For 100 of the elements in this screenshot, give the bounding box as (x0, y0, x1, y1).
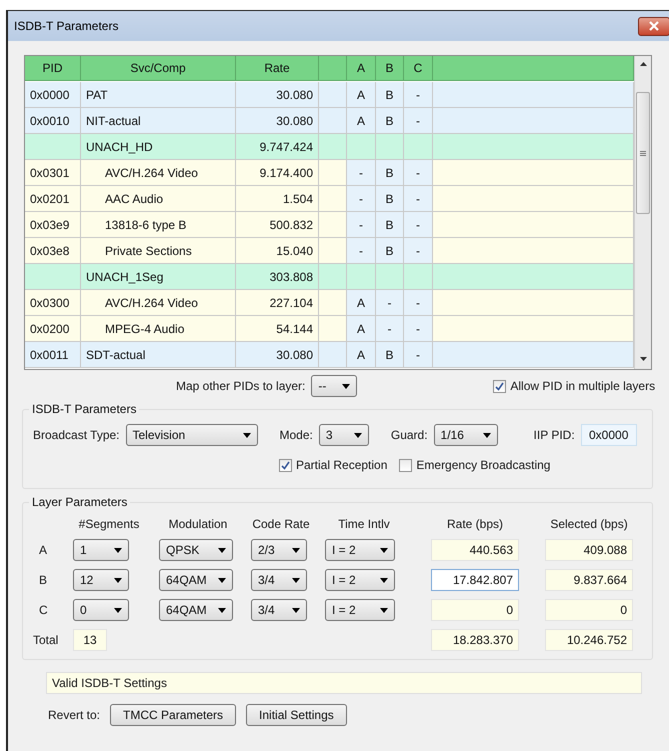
column-header[interactable]: B (376, 56, 404, 81)
column-header: Code Rate (251, 517, 311, 531)
table-cell: 30.080 (236, 82, 319, 108)
column-header: Rate (bps) (446, 517, 504, 531)
table-cell (319, 82, 347, 108)
table-cell: B (376, 108, 404, 134)
table-cell: 0x0011 (25, 342, 81, 368)
dropdown[interactable]: 12 (73, 569, 129, 591)
table-row[interactable]: 0x0301 AVC/H.264 Video 9.174.400 - B - (25, 160, 634, 186)
column-header[interactable]: A (347, 56, 376, 81)
rate-field[interactable]: 0 (431, 599, 519, 621)
table-row[interactable]: UNACH_HD 9.747.424 (25, 134, 634, 160)
table-cell: 0x0200 (25, 316, 81, 342)
caret-icon (114, 608, 122, 612)
column-header: Time Intlv (337, 517, 391, 531)
table-row[interactable]: 0x0200 MPEG-4 Audio 54.144 A - - (25, 316, 634, 342)
table-cell (376, 134, 404, 160)
column-header[interactable]: Rate (236, 56, 319, 81)
checkbox-label[interactable]: Emergency Broadcasting (416, 458, 550, 472)
checkbox[interactable] (399, 458, 412, 472)
dropdown[interactable]: QPSK (159, 539, 233, 561)
table-cell: - (347, 212, 376, 238)
table-cell: 9.747.424 (236, 134, 319, 160)
table-cell (319, 212, 347, 238)
rate-field[interactable]: 440.563 (431, 539, 519, 561)
table-cell: - (347, 238, 376, 264)
dropdown[interactable]: 3/4 (251, 569, 307, 591)
table-row[interactable]: 0x03e9 13818-6 type B 500.832 - B - (25, 212, 634, 238)
close-button[interactable] (638, 16, 669, 36)
table-cell: UNACH_1Seg (81, 264, 236, 290)
layer-label: C (38, 603, 49, 617)
table-cell: 0x0000 (25, 82, 81, 108)
dropdown[interactable]: 1/16 (434, 424, 498, 446)
dropdown[interactable]: 3/4 (251, 599, 307, 621)
group-title: ISDB-T Parameters (31, 402, 138, 416)
dropdown[interactable]: 64QAM (159, 569, 233, 591)
table-cell: - (404, 342, 433, 368)
table-cell: - (347, 186, 376, 212)
table-cell: B (376, 238, 404, 264)
table-cell (25, 134, 81, 160)
table-cell (404, 264, 433, 290)
table-cell: NIT-actual (81, 108, 236, 134)
caret-icon (292, 608, 300, 612)
dropdown[interactable]: 64QAM (159, 599, 233, 621)
dropdown[interactable]: I = 2 (325, 569, 395, 591)
table-row[interactable]: UNACH_1Seg 303.808 (25, 264, 634, 290)
table-cell: - (404, 316, 433, 342)
table-cell: B (376, 160, 404, 186)
revert-button[interactable]: TMCC Parameters (110, 704, 236, 726)
scrollbar[interactable] (634, 56, 651, 369)
table-row[interactable]: 0x0201 AAC Audio 1.504 - B - (25, 186, 634, 212)
dropdown[interactable]: 3 (318, 424, 369, 446)
dropdown[interactable]: I = 2 (325, 599, 395, 621)
dropdown[interactable]: 2/3 (251, 539, 307, 561)
iip-pid-field[interactable]: 0x0000 (580, 424, 637, 446)
table-row[interactable]: 0x0000 PAT 30.080 A B - (25, 82, 634, 108)
table-cell (319, 160, 347, 186)
table-cell: - (404, 290, 433, 316)
table-row[interactable]: 0x0010 NIT-actual 30.080 A B - (25, 108, 634, 134)
column-header[interactable]: Svc/Comp (81, 56, 236, 81)
table-cell (319, 316, 347, 342)
column-header: #Segments (78, 517, 140, 531)
dropdown[interactable]: -- (311, 375, 358, 397)
selected-rate-field[interactable]: 409.088 (545, 539, 633, 561)
table-cell: A (347, 82, 376, 108)
table-cell: PAT (81, 82, 236, 108)
caret-icon (114, 578, 122, 582)
selected-rate-field[interactable]: 0 (545, 599, 633, 621)
total-segments-field: 13 (73, 629, 107, 651)
scroll-down-icon[interactable] (640, 357, 646, 361)
checkbox[interactable] (493, 380, 506, 392)
table-cell: - (404, 238, 433, 264)
dropdown[interactable]: 1 (73, 539, 129, 561)
table-cell (319, 186, 347, 212)
checkbox-label[interactable]: Allow PID in multiple layers (510, 379, 656, 393)
table-cell (319, 264, 347, 290)
caret-icon (380, 608, 388, 612)
table-cell: - (376, 290, 404, 316)
column-header[interactable]: PID (25, 56, 81, 81)
status-field: Valid ISDB-T Settings (46, 672, 642, 694)
checkbox[interactable] (279, 458, 292, 472)
scroll-up-icon[interactable] (640, 62, 646, 66)
revert-button[interactable]: Initial Settings (246, 704, 347, 726)
table-row[interactable]: 0x03e8 Private Sections 15.040 - B - (25, 238, 634, 264)
scroll-thumb[interactable] (636, 92, 650, 214)
dropdown[interactable]: Television (126, 424, 258, 446)
rate-field[interactable]: 17.842.807 (431, 569, 519, 591)
table-row[interactable]: 0x0011 SDT-actual 30.080 A B - (25, 342, 634, 368)
selected-rate-field[interactable]: 9.837.664 (545, 569, 633, 591)
dropdown[interactable]: I = 2 (325, 539, 395, 561)
table-cell: 15.040 (236, 238, 319, 264)
close-icon[interactable] (649, 21, 659, 31)
column-header[interactable]: C (404, 56, 433, 81)
table-row[interactable]: 0x0300 AVC/H.264 Video 227.104 A - - (25, 290, 634, 316)
caret-icon (380, 578, 388, 582)
table-cell: AVC/H.264 Video (81, 290, 236, 316)
checkbox-label[interactable]: Partial Reception (296, 458, 388, 472)
table-cell: UNACH_HD (81, 134, 236, 160)
dropdown[interactable]: 0 (73, 599, 129, 621)
table-cell: 13818-6 type B (81, 212, 236, 238)
